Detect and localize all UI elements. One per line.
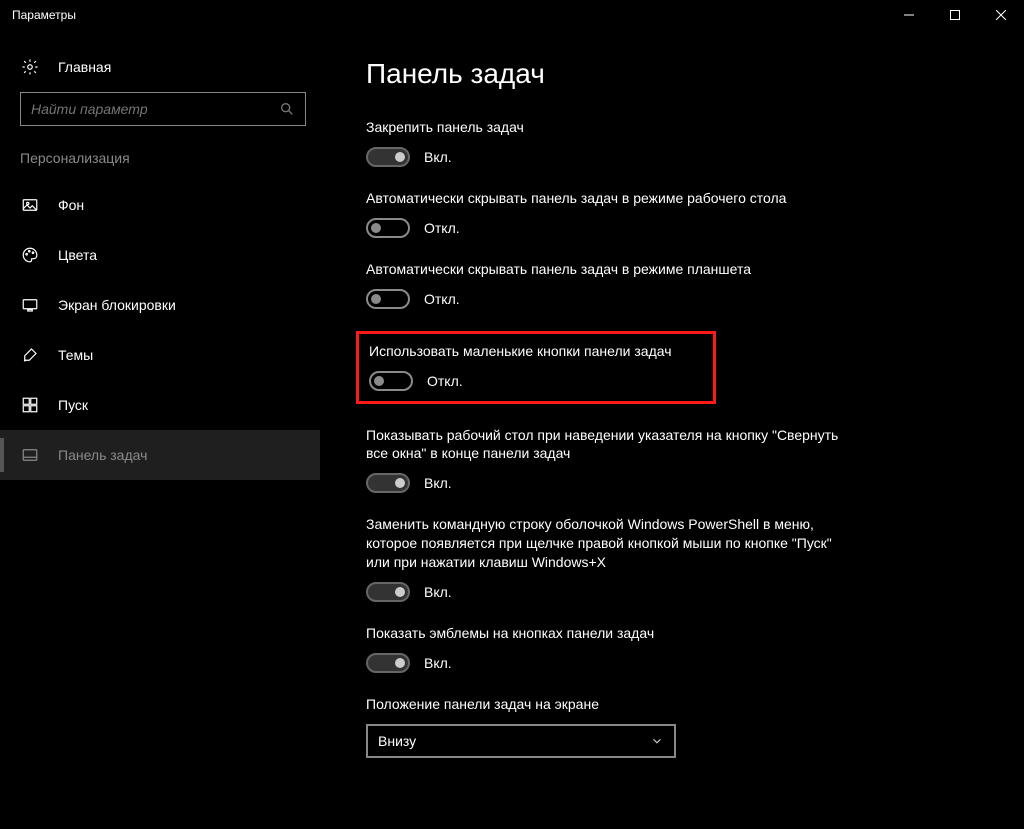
setting-powershell-replace: Заменить командную строку оболочкой Wind… [366, 515, 846, 602]
setting-label: Показать эмблемы на кнопках панели задач [366, 624, 846, 643]
sidebar-item-label: Фон [58, 197, 84, 213]
setting-label: Автоматически скрывать панель задач в ре… [366, 189, 846, 208]
setting-autohide-desktop: Автоматически скрывать панель задач в ре… [366, 189, 846, 238]
toggle-state-label: Вкл. [424, 655, 452, 671]
toggle-state-label: Вкл. [424, 149, 452, 165]
toggle-state-label: Откл. [427, 373, 463, 389]
close-button[interactable] [978, 0, 1024, 30]
sidebar-item-label: Цвета [58, 247, 97, 263]
search-input[interactable] [20, 92, 306, 126]
sidebar-item-label: Темы [58, 347, 93, 363]
taskbar-position-select[interactable]: Внизу [366, 724, 676, 758]
toggle-state-label: Откл. [424, 291, 460, 307]
minimize-button[interactable] [886, 0, 932, 30]
setting-label: Закрепить панель задач [366, 118, 846, 137]
sidebar-item-label: Панель задач [58, 447, 147, 463]
setting-label: Положение панели задач на экране [366, 695, 846, 714]
lockscreen-icon [20, 296, 40, 314]
sidebar-item-taskbar[interactable]: Панель задач [0, 430, 320, 480]
sidebar-item-label: Пуск [58, 397, 88, 413]
palette-icon [20, 246, 40, 264]
sidebar-item-label: Экран блокировки [58, 297, 176, 313]
setting-lock-taskbar: Закрепить панель задач Вкл. [366, 118, 846, 167]
chevron-down-icon [650, 734, 664, 748]
start-icon [20, 396, 40, 414]
toggle-autohide-tablet[interactable] [366, 289, 410, 309]
toggle-state-label: Вкл. [424, 475, 452, 491]
search-icon [279, 101, 295, 117]
home-label: Главная [58, 59, 111, 75]
search-field[interactable] [21, 93, 305, 125]
gear-icon [20, 58, 40, 76]
setting-show-badges: Показать эмблемы на кнопках панели задач… [366, 624, 846, 673]
setting-label: Автоматически скрывать панель задач в ре… [366, 260, 846, 279]
toggle-small-buttons[interactable] [369, 371, 413, 391]
setting-taskbar-position: Положение панели задач на экране Внизу [366, 695, 846, 758]
content-pane: Панель задач Закрепить панель задач Вкл.… [320, 30, 1024, 829]
home-button[interactable]: Главная [0, 50, 320, 92]
setting-autohide-tablet: Автоматически скрывать панель задач в ре… [366, 260, 846, 309]
category-title: Персонализация [0, 150, 320, 180]
brush-icon [20, 346, 40, 364]
sidebar-item-background[interactable]: Фон [0, 180, 320, 230]
window-title: Параметры [0, 8, 886, 22]
toggle-show-badges[interactable] [366, 653, 410, 673]
maximize-button[interactable] [932, 0, 978, 30]
toggle-autohide-desktop[interactable] [366, 218, 410, 238]
sidebar-item-start[interactable]: Пуск [0, 380, 320, 430]
taskbar-icon [20, 446, 40, 464]
setting-small-buttons: Использовать маленькие кнопки панели зад… [356, 331, 716, 404]
sidebar-item-themes[interactable]: Темы [0, 330, 320, 380]
setting-label: Показывать рабочий стол при наведении ук… [366, 426, 846, 464]
toggle-powershell-replace[interactable] [366, 582, 410, 602]
select-value: Внизу [378, 733, 416, 749]
sidebar-item-colors[interactable]: Цвета [0, 230, 320, 280]
setting-peek-desktop: Показывать рабочий стол при наведении ук… [366, 426, 846, 494]
setting-label: Заменить командную строку оболочкой Wind… [366, 515, 846, 572]
toggle-peek-desktop[interactable] [366, 473, 410, 493]
picture-icon [20, 196, 40, 214]
toggle-state-label: Вкл. [424, 584, 452, 600]
toggle-lock-taskbar[interactable] [366, 147, 410, 167]
sidebar-item-lockscreen[interactable]: Экран блокировки [0, 280, 320, 330]
sidebar: Главная Персонализация Фон Цвета [0, 30, 320, 829]
toggle-state-label: Откл. [424, 220, 460, 236]
setting-label: Использовать маленькие кнопки панели зад… [369, 342, 703, 361]
titlebar: Параметры [0, 0, 1024, 30]
page-title: Панель задач [366, 58, 984, 90]
